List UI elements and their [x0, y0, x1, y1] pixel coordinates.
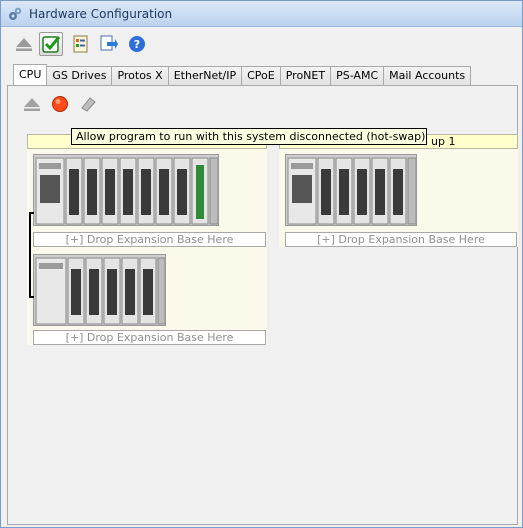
tab-ps-amc[interactable]: PS-AMC — [331, 66, 385, 86]
main-base-rack[interactable] — [285, 154, 417, 226]
expansion-connector-line — [29, 296, 34, 298]
expansion-connector-line — [29, 212, 31, 298]
eraser-icon — [81, 97, 96, 112]
tab-gs-drives[interactable]: GS Drives — [47, 66, 113, 86]
green-check-icon — [42, 36, 60, 53]
red-record-icon — [52, 96, 68, 112]
run-disconnected-button[interactable] — [50, 94, 70, 114]
tab-ethernet-ip[interactable]: EtherNet/IP — [168, 66, 243, 86]
main-base-rack[interactable] — [33, 154, 219, 226]
gears-icon — [9, 7, 22, 20]
hardware-configuration-window: Hardware Configuration ? CPU GS Drives P… — [0, 0, 523, 528]
clear-button[interactable] — [78, 94, 98, 114]
main-toolbar: ? — [1, 28, 522, 60]
tab-mail-accounts[interactable]: Mail Accounts — [384, 66, 472, 86]
tab-protos-x[interactable]: Protos X — [112, 66, 169, 86]
drop-expansion-base-zone[interactable]: [+] Drop Expansion Base Here — [33, 232, 266, 247]
svg-text:?: ? — [134, 38, 140, 51]
import-button[interactable] — [97, 32, 121, 56]
plc-rack-image — [34, 255, 165, 325]
cpu-eject-button[interactable] — [22, 94, 42, 114]
hot-swap-tooltip: Allow program to run with this system di… — [71, 128, 427, 145]
eject-icon — [16, 38, 32, 51]
import-arrow-icon — [100, 35, 118, 51]
help-icon: ? — [129, 36, 145, 52]
window-title: Hardware Configuration — [29, 7, 173, 21]
expansion-connector-line — [29, 212, 34, 214]
tab-cpu[interactable]: CPU — [13, 64, 48, 86]
tab-strip: CPU GS Drives Protos X EtherNet/IP CPoE … — [13, 64, 472, 86]
configuration-report-button[interactable] — [69, 32, 93, 56]
expansion-base-rack[interactable] — [33, 254, 166, 326]
eject-icon — [24, 98, 40, 111]
drop-expansion-base-zone[interactable]: [+] Drop Expansion Base Here — [33, 330, 266, 345]
plc-rack-image — [286, 155, 416, 225]
help-button[interactable]: ? — [125, 32, 149, 56]
document-list-icon — [73, 35, 88, 53]
eject-button[interactable] — [12, 32, 36, 56]
title-bar[interactable]: Hardware Configuration — [1, 1, 522, 27]
tab-cpoe[interactable]: CPoE — [242, 66, 281, 86]
plc-rack-image — [34, 155, 218, 225]
drop-expansion-base-zone[interactable]: [+] Drop Expansion Base Here — [285, 232, 517, 247]
validate-button[interactable] — [39, 32, 63, 56]
tab-pronet[interactable]: ProNET — [280, 66, 332, 86]
